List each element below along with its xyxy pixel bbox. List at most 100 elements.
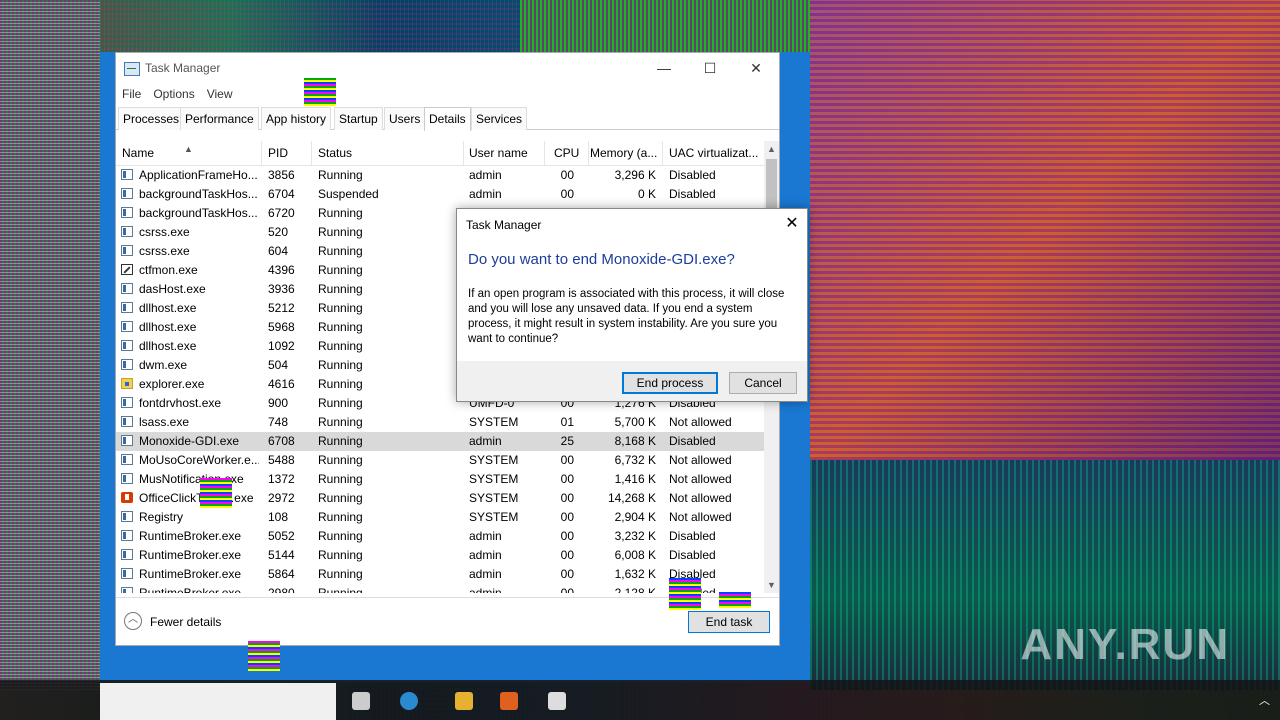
cell-pid: 5864 [268, 567, 295, 581]
cell-mem: 5,700 K [614, 415, 656, 429]
sort-up-icon: ▲ [184, 144, 193, 154]
table-row[interactable]: Registry 108 Running SYSTEM 00 2,904 K Not all… [116, 508, 764, 527]
column-pid[interactable]: PID [262, 141, 312, 165]
process-icon [121, 302, 133, 313]
cell-user: SYSTEM [469, 415, 519, 429]
cell-user: admin [469, 168, 502, 182]
tab-users[interactable]: Users [384, 107, 426, 130]
tab-processes[interactable]: Processes [118, 107, 185, 130]
process-name: explorer.exe [139, 377, 205, 391]
table-row[interactable]: RuntimeBroker.exe 5052 Running admin 00 3,232… [116, 527, 764, 546]
cell-uac: Disabled [669, 548, 716, 562]
end-process-button[interactable]: End process [622, 372, 718, 394]
minimize-button[interactable]: — [641, 53, 687, 83]
process-icon [121, 454, 133, 465]
edge-icon[interactable] [400, 692, 418, 710]
end-task-button[interactable]: End task [688, 611, 770, 633]
menu-options[interactable]: Options [147, 83, 200, 105]
watermark: ANY.RUN [1020, 620, 1230, 669]
cell-cpu: 00 [560, 548, 574, 562]
process-icon [121, 340, 133, 351]
taskbar-search-box[interactable] [100, 683, 336, 720]
cell-user: SYSTEM [469, 453, 519, 467]
process-name: RuntimeBroker.exe [139, 567, 242, 581]
cell-status: Running [318, 434, 363, 448]
cell-status: Suspended [318, 187, 379, 201]
scroll-down-icon[interactable]: ▼ [764, 577, 779, 593]
process-icon [121, 568, 133, 579]
cell-mem: 1,416 K [614, 472, 656, 486]
cell-status: Running [318, 529, 363, 543]
process-name: dasHost.exe [139, 282, 206, 296]
tab-performance[interactable]: Performance [180, 107, 259, 130]
table-row[interactable]: RuntimeBroker.exe 5144 Running admin 00 6,008… [116, 546, 764, 565]
cell-uac: Disabled [669, 434, 716, 448]
process-icon [121, 359, 133, 370]
cell-status: Running [318, 586, 363, 593]
cell-mem: 2,904 K [614, 510, 656, 524]
table-row[interactable]: RuntimeBroker.exe 2980 Running admin 00 2,128… [116, 584, 764, 593]
process-name: dllhost.exe [139, 339, 197, 353]
dialog-button-bar: End process Cancel [457, 361, 807, 401]
menu-file[interactable]: File [116, 83, 147, 105]
process-icon [121, 435, 133, 446]
column-status[interactable]: Status [312, 141, 464, 165]
file-explorer-icon[interactable] [455, 692, 473, 710]
dialog-close-button[interactable]: ✕ [777, 209, 807, 239]
desktop-glitch-area [810, 0, 1280, 460]
glitch-artifact [200, 478, 232, 508]
maximize-button[interactable]: ☐ [687, 53, 733, 83]
system-tray[interactable]: ︿ [1259, 692, 1270, 708]
process-name: csrss.exe [139, 244, 190, 258]
column-name[interactable]: ▲ Name [116, 141, 262, 165]
firefox-icon[interactable] [500, 692, 518, 710]
process-name: RuntimeBroker.exe [139, 586, 242, 593]
scroll-up-icon[interactable]: ▲ [764, 141, 779, 157]
table-row[interactable]: Monoxide-GDI.exe 6708 Running admin 25 8,168 … [116, 432, 764, 451]
fewer-details-button[interactable]: ︿ Fewer details [124, 612, 221, 632]
table-row[interactable]: RuntimeBroker.exe 5864 Running admin 00 1,632… [116, 565, 764, 584]
process-icon [121, 207, 133, 218]
tab-services[interactable]: Services [471, 107, 528, 130]
close-button[interactable]: ✕ [733, 53, 779, 83]
table-row[interactable]: ApplicationFrameHo... 3856 Running admin 00 3… [116, 166, 764, 185]
dialog-message: If an open program is associated with th… [468, 288, 785, 345]
tab-app-history[interactable]: App history [261, 107, 332, 130]
menu-view[interactable]: View [201, 83, 239, 105]
cell-status: Running [318, 491, 363, 505]
column-uac[interactable]: UAC virtualizat... [663, 141, 764, 165]
cell-mem: 3,296 K [614, 168, 656, 182]
table-row[interactable]: MoUsoCoreWorker.e... 5488 Running SYSTEM 00 6… [116, 451, 764, 470]
cell-status: Running [318, 396, 363, 410]
column-user-name[interactable]: User name [463, 141, 545, 165]
end-process-dialog: Task Manager ✕ Do you want to end Monoxi… [456, 208, 808, 402]
tab-details[interactable]: Details [424, 107, 471, 131]
cell-status: Running [318, 282, 363, 296]
glitch-artifact [304, 78, 336, 106]
task-view-icon[interactable] [352, 692, 370, 710]
column-memory[interactable]: Memory (a... [584, 141, 663, 165]
process-icon [121, 321, 133, 332]
cell-cpu: 00 [560, 510, 574, 524]
cancel-button[interactable]: Cancel [729, 372, 797, 394]
table-row[interactable]: lsass.exe 748 Running SYSTEM 01 5,700 K Not al… [116, 413, 764, 432]
tab-startup[interactable]: Startup [334, 107, 383, 130]
task-manager-taskbar-icon[interactable] [548, 692, 566, 710]
cell-uac: Not allowed [669, 472, 732, 486]
table-row[interactable]: backgroundTaskHos... 6704 Suspended admin 00… [116, 185, 764, 204]
cell-status: Running [318, 415, 363, 429]
process-name: RuntimeBroker.exe [139, 548, 242, 562]
cell-uac: Disabled [669, 187, 716, 201]
process-name: lsass.exe [139, 415, 190, 429]
glitch-artifact [669, 578, 701, 610]
fewer-details-label: Fewer details [150, 615, 222, 629]
cell-pid: 2980 [268, 586, 295, 593]
cell-cpu: 00 [560, 453, 574, 467]
cell-pid: 5144 [268, 548, 295, 562]
cell-pid: 6720 [268, 206, 295, 220]
tray-chevron-icon[interactable]: ︿ [1259, 695, 1270, 707]
cell-status: Running [318, 453, 363, 467]
column-cpu[interactable]: CPU [548, 141, 589, 165]
title-bar[interactable]: Task Manager — ☐ ✕ [116, 53, 779, 83]
cell-pid: 5968 [268, 320, 295, 334]
